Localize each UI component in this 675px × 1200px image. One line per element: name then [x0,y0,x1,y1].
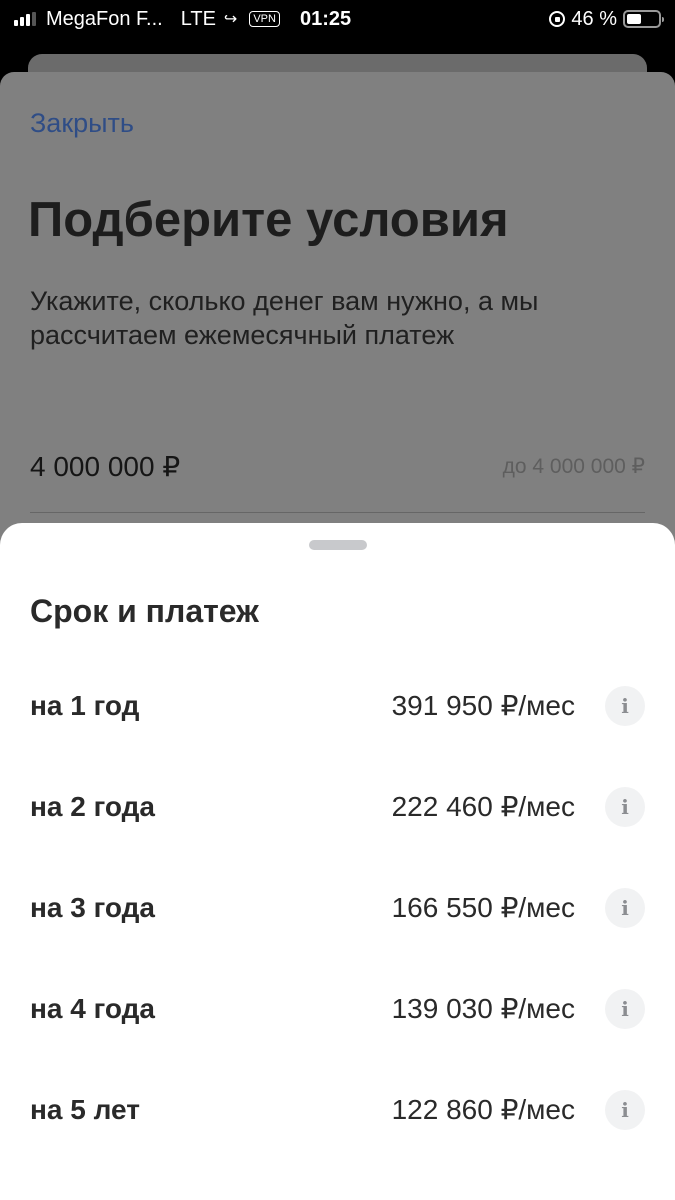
amount-divider [30,512,645,513]
network-type: LTE [180,7,216,30]
screen: MegaFon F... LTE ↪ VPN 01:25 46 % Закрыт… [0,0,675,1200]
info-icon[interactable]: i [605,887,645,928]
call-forward-icon: ↪ [223,11,238,28]
page-subtitle: Укажите, сколько денег вам нужно, а мы р… [30,286,539,350]
status-time: 01:25 [299,7,352,30]
term-payment-sheet: Срок и платеж на 1 год 391 950 ₽/мес i н… [0,523,675,1200]
carrier-name: MegaFon F... [46,7,163,30]
battery-percent: 46 % [571,7,617,30]
monthly-payment: 391 950 ₽/мес [391,690,575,721]
page-title: Подберите условия [28,193,509,247]
term-label: на 3 года [30,891,155,923]
term-list: на 1 год 391 950 ₽/мес i на 2 года 222 4… [0,655,675,1160]
signal-strength-icon [14,12,36,26]
info-icon[interactable]: i [605,1089,645,1130]
sheet-title: Срок и платеж [30,593,259,629]
term-label: на 2 года [30,790,155,822]
status-bar: MegaFon F... LTE ↪ VPN 01:25 46 % [0,0,675,38]
monthly-payment: 166 550 ₽/мес [391,892,575,923]
term-label: на 1 год [30,689,140,721]
amount-field[interactable]: 4 000 000 ₽ до 4 000 000 ₽ [30,450,645,483]
info-icon[interactable]: i [605,786,645,827]
sheet-grabber-handle[interactable] [308,540,367,550]
term-option-4-years[interactable]: на 4 года 139 030 ₽/мес i [0,958,675,1059]
term-option-5-years[interactable]: на 5 лет 122 860 ₽/мес i [0,1059,675,1160]
term-option-1-year[interactable]: на 1 год 391 950 ₽/мес i [0,655,675,756]
term-label: на 4 года [30,992,155,1024]
monthly-payment: 222 460 ₽/мес [391,791,575,822]
info-icon[interactable]: i [605,685,645,726]
term-option-2-years[interactable]: на 2 года 222 460 ₽/мес i [0,756,675,857]
close-button[interactable]: Закрыть [30,108,134,139]
amount-max-hint: до 4 000 000 ₽ [502,455,645,478]
info-icon[interactable]: i [605,988,645,1029]
monthly-payment: 122 860 ₽/мес [391,1094,575,1125]
term-option-3-years[interactable]: на 3 года 166 550 ₽/мес i [0,857,675,958]
term-label: на 5 лет [30,1093,140,1125]
amount-value[interactable]: 4 000 000 ₽ [30,450,180,483]
battery-level [627,14,641,24]
vpn-badge: VPN [249,11,280,27]
rotation-lock-icon [549,11,566,27]
monthly-payment: 139 030 ₽/мес [391,993,575,1024]
battery-icon [623,10,664,28]
